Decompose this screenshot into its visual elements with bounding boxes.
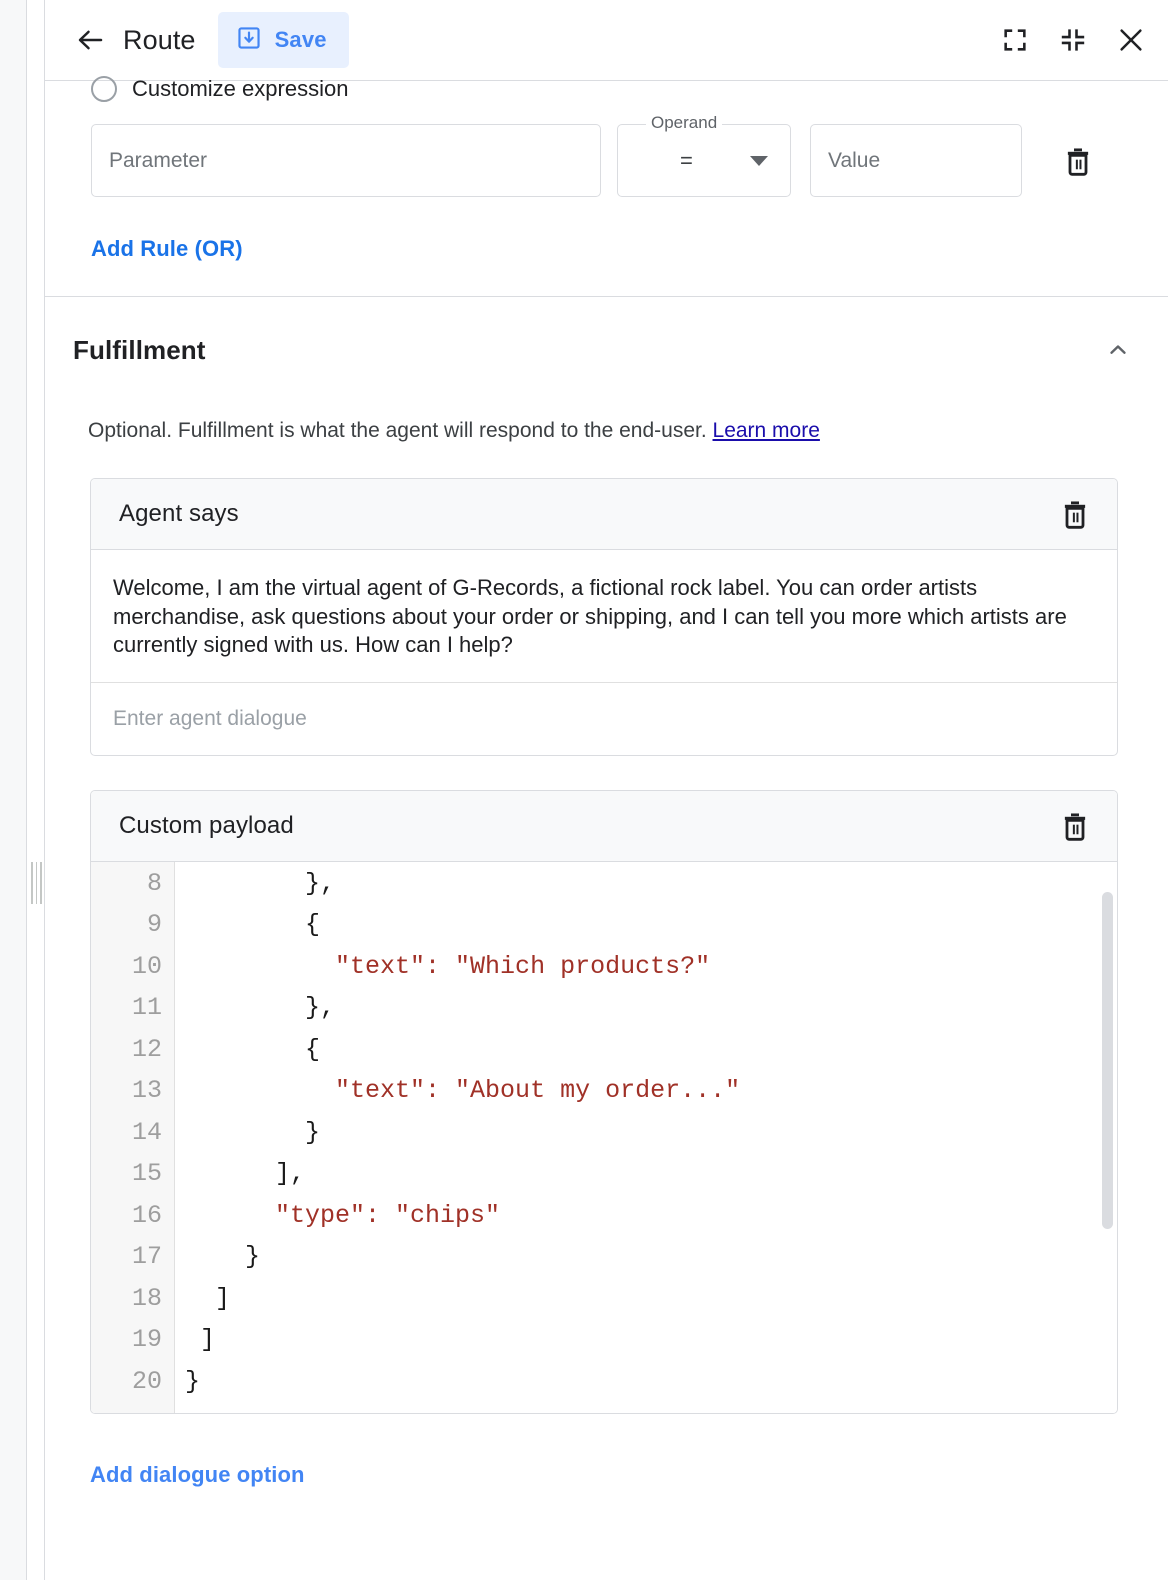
custom-payload-card: Custom payload 8910111213141516171819 <box>90 790 1118 1414</box>
editor-line-number: 18 <box>91 1278 174 1320</box>
editor-code-line: "type": "chips" <box>175 1195 1117 1237</box>
parameter-placeholder: Parameter <box>109 149 207 173</box>
trash-icon <box>1059 810 1091 842</box>
agent-says-header: Agent says <box>91 479 1117 550</box>
agent-says-title: Agent says <box>119 500 239 528</box>
agent-dialogue-input[interactable]: Enter agent dialogue <box>91 683 1117 755</box>
editor-line-number: 20 <box>91 1361 174 1403</box>
header-icon-group <box>998 23 1148 57</box>
delete-agent-says-button[interactable] <box>1055 494 1095 534</box>
editor-line-number: 9 <box>91 904 174 946</box>
customize-expression-label: Customize expression <box>132 76 348 102</box>
fulfillment-collapse-button[interactable] <box>1098 330 1138 370</box>
operand-select-wrap: = Operand <box>617 124 791 197</box>
panel-resize-handle[interactable] <box>31 862 42 904</box>
editor-vertical-scrollbar[interactable] <box>1102 892 1113 1229</box>
close-icon[interactable] <box>1114 23 1148 57</box>
editor-code-line: { <box>175 1029 1117 1071</box>
editor-code-line: }, <box>175 987 1117 1029</box>
fulfillment-section: Fulfillment Optional. Fulfillment is wha… <box>45 297 1168 1488</box>
editor-line-number: 11 <box>91 987 174 1029</box>
add-dialogue-option-button[interactable]: Add dialogue option <box>90 1462 305 1488</box>
back-arrow-icon[interactable] <box>71 20 111 60</box>
panel-header: Route Save <box>45 0 1168 81</box>
condition-section: Customize expression Parameter = Operand… <box>45 72 1168 297</box>
route-panel-screen: Route Save <box>0 0 1168 1580</box>
editor-code-line: "text": "About my order..." <box>175 1070 1117 1112</box>
fulfillment-header: Fulfillment <box>45 297 1168 370</box>
editor-code-line: ], <box>175 1153 1117 1195</box>
route-panel: Route Save <box>45 0 1168 1580</box>
trash-icon <box>1062 145 1094 177</box>
fulfillment-description-text: Optional. Fulfillment is what the agent … <box>88 419 713 442</box>
chevron-up-icon <box>1105 337 1131 363</box>
fullscreen-expand-icon[interactable] <box>998 23 1032 57</box>
editor-code-line: } <box>175 1361 1117 1403</box>
delete-rule-button[interactable] <box>1058 141 1098 181</box>
trash-icon <box>1059 498 1091 530</box>
custom-payload-header: Custom payload <box>91 791 1117 862</box>
editor-code-line: { <box>175 904 1117 946</box>
editor-code-line: ] <box>175 1278 1117 1320</box>
agent-says-message[interactable]: Welcome, I am the virtual agent of G-Rec… <box>91 550 1117 683</box>
editor-line-number: 13 <box>91 1070 174 1112</box>
editor-code-line: }, <box>175 863 1117 905</box>
save-icon <box>236 25 262 56</box>
editor-code-line: } <box>175 1112 1117 1154</box>
fulfillment-description: Optional. Fulfillment is what the agent … <box>88 418 1168 444</box>
delete-custom-payload-button[interactable] <box>1055 806 1095 846</box>
customize-expression-row[interactable]: Customize expression <box>45 72 1168 106</box>
editor-line-number: 19 <box>91 1319 174 1361</box>
editor-code-content[interactable]: }, { "text": "Which products?" }, { "tex… <box>175 862 1117 1413</box>
rule-row: Parameter = Operand Value <box>45 106 1168 197</box>
left-rail-outer <box>0 0 27 1580</box>
parameter-input[interactable]: Parameter <box>91 124 601 197</box>
editor-line-number: 15 <box>91 1153 174 1195</box>
editor-code-line: } <box>175 1236 1117 1278</box>
editor-line-number: 8 <box>91 863 174 905</box>
operand-selected-value: = <box>680 148 693 174</box>
editor-line-number: 14 <box>91 1112 174 1154</box>
page-title: Route <box>123 25 196 56</box>
value-input[interactable]: Value <box>810 124 1022 197</box>
operand-select[interactable]: = <box>617 124 791 197</box>
chevron-down-icon <box>750 156 768 166</box>
editor-line-number: 16 <box>91 1195 174 1237</box>
fulfillment-title: Fulfillment <box>73 335 206 366</box>
editor-line-number: 10 <box>91 946 174 988</box>
value-placeholder: Value <box>828 149 880 173</box>
save-button[interactable]: Save <box>218 12 349 68</box>
learn-more-link[interactable]: Learn more <box>713 419 820 442</box>
custom-payload-editor[interactable]: 891011121314151617181920 }, { "text": "W… <box>91 862 1117 1413</box>
custom-payload-title: Custom payload <box>119 812 294 840</box>
editor-line-numbers: 891011121314151617181920 <box>91 862 175 1413</box>
add-rule-or-button[interactable]: Add Rule (OR) <box>91 236 243 262</box>
editor-line-number: 12 <box>91 1029 174 1071</box>
editor-line-number: 17 <box>91 1236 174 1278</box>
save-button-label: Save <box>275 27 327 53</box>
editor-code-line: ] <box>175 1319 1117 1361</box>
fullscreen-collapse-icon[interactable] <box>1056 23 1090 57</box>
operand-legend-label: Operand <box>646 113 722 133</box>
editor-code-line: "text": "Which products?" <box>175 946 1117 988</box>
agent-says-card: Agent says Welcome, I am the virtual age… <box>90 478 1118 756</box>
customize-expression-radio[interactable] <box>91 76 117 102</box>
left-rail-inner <box>27 0 45 1580</box>
